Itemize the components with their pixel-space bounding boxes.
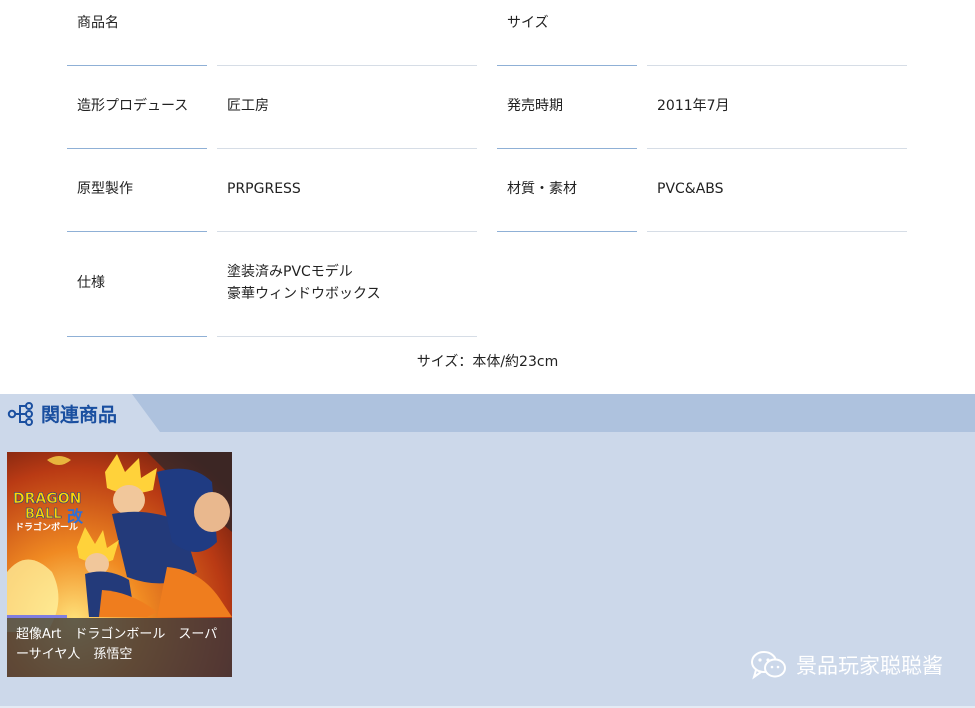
row-divider: [217, 65, 477, 66]
row-divider: [217, 148, 477, 149]
product-caption-line1: 超像Art ドラゴンボール スーパ: [16, 627, 218, 642]
art-text: DRAGON: [13, 491, 81, 507]
row-divider: [67, 65, 207, 66]
watermark: 景品玩家聪聪酱: [750, 650, 943, 680]
spec-label-size: サイズ: [507, 15, 549, 31]
spec-label-specification: 仕様: [77, 275, 105, 291]
row-divider: [647, 231, 907, 232]
art-text: BALL: [25, 507, 62, 522]
row-divider: [497, 65, 637, 66]
row-divider: [647, 65, 907, 66]
row-divider: [217, 231, 477, 232]
spec-value-specification-line1: 塗装済みPVCモデル: [227, 264, 353, 280]
row-divider: [217, 336, 477, 337]
spec-value-prototype: PRPGRESS: [227, 181, 301, 197]
row-divider: [647, 148, 907, 149]
row-divider: [67, 336, 207, 337]
spec-label-producer: 造形プロデュース: [77, 98, 189, 114]
spec-value-release: 2011年7月: [657, 98, 730, 114]
product-caption-line2: ーサイヤ人 孫悟空: [16, 647, 133, 662]
related-header: 関連商品: [0, 394, 975, 432]
spec-label-material: 材質・素材: [507, 181, 577, 197]
spec-value-producer: 匠工房: [227, 98, 269, 114]
related-title: 関連商品: [41, 404, 118, 426]
spec-value-material: PVC&ABS: [657, 181, 724, 197]
product-spec-table: 商品名 サイズ 造形プロデュース 匠工房 発売時期 2011年7月 原型製作 P…: [0, 0, 975, 394]
spec-value-specification-line2: 豪華ウィンドウボックス: [227, 286, 381, 302]
size-note: サイズ：本体/約23cm: [416, 354, 559, 370]
art-text: ドラゴンボール: [15, 521, 78, 533]
spec-label-release: 発売時期: [507, 98, 563, 114]
watermark-text: 景品玩家聪聪酱: [796, 654, 943, 678]
row-divider: [67, 231, 207, 232]
share-nodes-icon: [7, 402, 33, 426]
related-products-section: 関連商品 DRAGON BALL 改 ドラゴンボール 超像Art ドラゴンボール…: [0, 394, 975, 708]
wechat-icon: [751, 651, 786, 680]
spec-label-prototype: 原型製作: [77, 181, 133, 197]
row-divider: [497, 148, 637, 149]
spec-label-name: 商品名: [77, 15, 119, 31]
row-divider: [67, 148, 207, 149]
row-divider: [497, 231, 637, 232]
product-caption[interactable]: 超像Art ドラゴンボール スーパ ーサイヤ人 孫悟空: [7, 618, 232, 677]
related-product-card[interactable]: DRAGON BALL 改 ドラゴンボール 超像Art ドラゴンボール スーパ …: [7, 452, 232, 677]
